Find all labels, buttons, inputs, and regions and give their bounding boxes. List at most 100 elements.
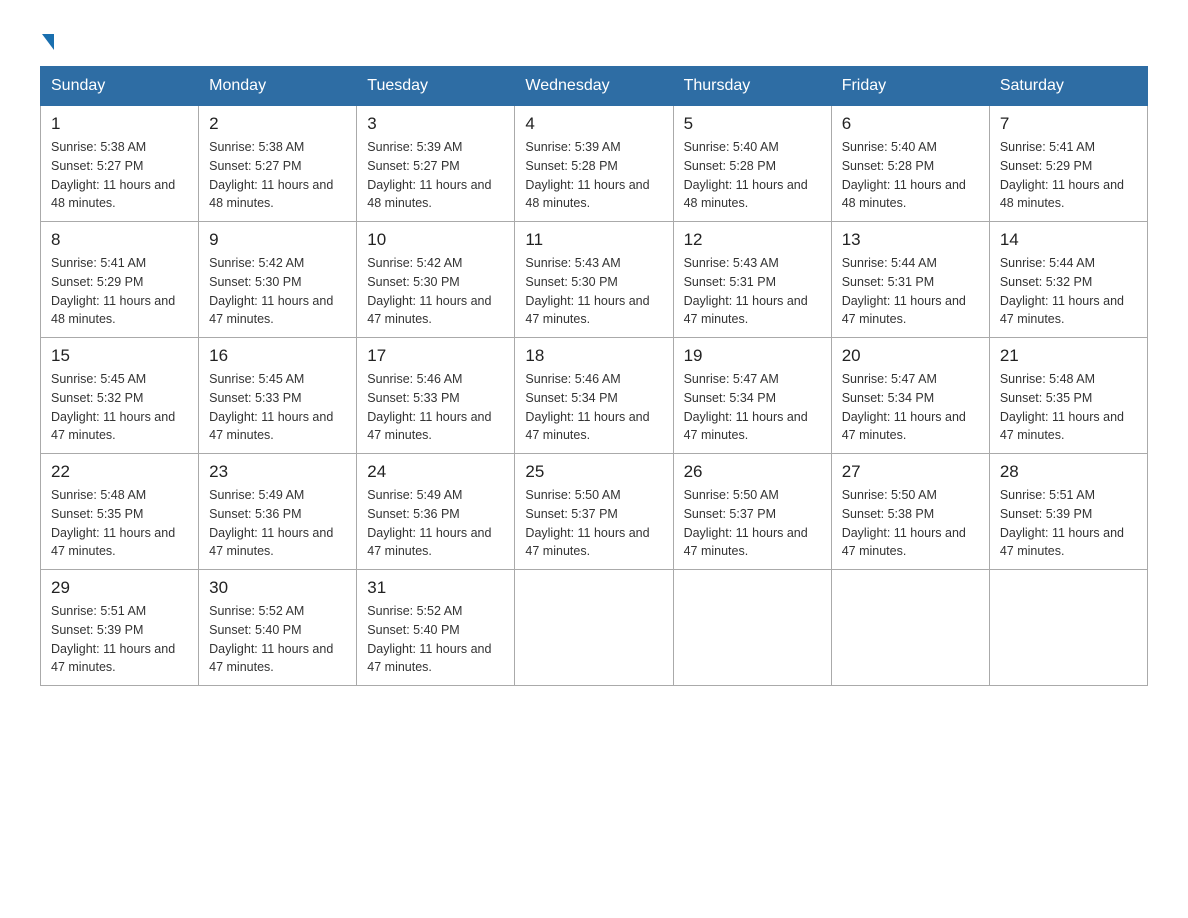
day-info: Sunrise: 5:39 AM Sunset: 5:27 PM Dayligh… xyxy=(367,138,504,213)
daylight-label: Daylight: 11 hours and 48 minutes. xyxy=(1000,178,1124,211)
day-number: 26 xyxy=(684,462,821,482)
sunset-label: Sunset: 5:33 PM xyxy=(209,391,301,405)
daylight-label: Daylight: 11 hours and 47 minutes. xyxy=(842,294,966,327)
day-number: 1 xyxy=(51,114,188,134)
calendar-day-header: Tuesday xyxy=(357,67,515,106)
daylight-label: Daylight: 11 hours and 47 minutes. xyxy=(209,526,333,559)
sunset-label: Sunset: 5:28 PM xyxy=(525,159,617,173)
day-info: Sunrise: 5:43 AM Sunset: 5:30 PM Dayligh… xyxy=(525,254,662,329)
sunset-label: Sunset: 5:32 PM xyxy=(1000,275,1092,289)
day-info: Sunrise: 5:50 AM Sunset: 5:37 PM Dayligh… xyxy=(525,486,662,561)
day-info: Sunrise: 5:51 AM Sunset: 5:39 PM Dayligh… xyxy=(1000,486,1137,561)
sunrise-label: Sunrise: 5:51 AM xyxy=(51,604,146,618)
sunrise-label: Sunrise: 5:41 AM xyxy=(1000,140,1095,154)
sunrise-label: Sunrise: 5:46 AM xyxy=(367,372,462,386)
sunrise-label: Sunrise: 5:44 AM xyxy=(1000,256,1095,270)
calendar-cell: 11 Sunrise: 5:43 AM Sunset: 5:30 PM Dayl… xyxy=(515,222,673,338)
sunset-label: Sunset: 5:29 PM xyxy=(1000,159,1092,173)
day-info: Sunrise: 5:50 AM Sunset: 5:37 PM Dayligh… xyxy=(684,486,821,561)
sunrise-label: Sunrise: 5:47 AM xyxy=(684,372,779,386)
daylight-label: Daylight: 11 hours and 47 minutes. xyxy=(684,294,808,327)
day-number: 10 xyxy=(367,230,504,250)
day-number: 27 xyxy=(842,462,979,482)
sunset-label: Sunset: 5:33 PM xyxy=(367,391,459,405)
sunrise-label: Sunrise: 5:52 AM xyxy=(209,604,304,618)
calendar-cell: 1 Sunrise: 5:38 AM Sunset: 5:27 PM Dayli… xyxy=(41,106,199,222)
daylight-label: Daylight: 11 hours and 47 minutes. xyxy=(842,526,966,559)
day-info: Sunrise: 5:51 AM Sunset: 5:39 PM Dayligh… xyxy=(51,602,188,677)
day-info: Sunrise: 5:44 AM Sunset: 5:32 PM Dayligh… xyxy=(1000,254,1137,329)
sunset-label: Sunset: 5:35 PM xyxy=(1000,391,1092,405)
page-container: SundayMondayTuesdayWednesdayThursdayFrid… xyxy=(40,30,1148,686)
sunrise-label: Sunrise: 5:51 AM xyxy=(1000,488,1095,502)
day-info: Sunrise: 5:38 AM Sunset: 5:27 PM Dayligh… xyxy=(51,138,188,213)
day-number: 19 xyxy=(684,346,821,366)
day-number: 11 xyxy=(525,230,662,250)
day-number: 30 xyxy=(209,578,346,598)
sunrise-label: Sunrise: 5:45 AM xyxy=(51,372,146,386)
calendar-day-header: Wednesday xyxy=(515,67,673,106)
sunrise-label: Sunrise: 5:50 AM xyxy=(525,488,620,502)
day-number: 14 xyxy=(1000,230,1137,250)
calendar-cell: 16 Sunrise: 5:45 AM Sunset: 5:33 PM Dayl… xyxy=(199,338,357,454)
day-number: 18 xyxy=(525,346,662,366)
daylight-label: Daylight: 11 hours and 48 minutes. xyxy=(51,178,175,211)
day-number: 22 xyxy=(51,462,188,482)
daylight-label: Daylight: 11 hours and 48 minutes. xyxy=(842,178,966,211)
day-number: 31 xyxy=(367,578,504,598)
calendar-cell: 27 Sunrise: 5:50 AM Sunset: 5:38 PM Dayl… xyxy=(831,454,989,570)
calendar-day-header: Sunday xyxy=(41,67,199,106)
logo xyxy=(40,30,54,46)
day-number: 13 xyxy=(842,230,979,250)
day-info: Sunrise: 5:41 AM Sunset: 5:29 PM Dayligh… xyxy=(1000,138,1137,213)
sunset-label: Sunset: 5:40 PM xyxy=(209,623,301,637)
daylight-label: Daylight: 11 hours and 47 minutes. xyxy=(1000,410,1124,443)
daylight-label: Daylight: 11 hours and 47 minutes. xyxy=(51,526,175,559)
calendar-cell: 3 Sunrise: 5:39 AM Sunset: 5:27 PM Dayli… xyxy=(357,106,515,222)
calendar-cell: 7 Sunrise: 5:41 AM Sunset: 5:29 PM Dayli… xyxy=(989,106,1147,222)
sunrise-label: Sunrise: 5:44 AM xyxy=(842,256,937,270)
daylight-label: Daylight: 11 hours and 47 minutes. xyxy=(525,294,649,327)
sunset-label: Sunset: 5:38 PM xyxy=(842,507,934,521)
sunrise-label: Sunrise: 5:46 AM xyxy=(525,372,620,386)
daylight-label: Daylight: 11 hours and 47 minutes. xyxy=(209,642,333,675)
calendar-cell: 9 Sunrise: 5:42 AM Sunset: 5:30 PM Dayli… xyxy=(199,222,357,338)
calendar-cell: 31 Sunrise: 5:52 AM Sunset: 5:40 PM Dayl… xyxy=(357,570,515,686)
calendar-cell: 12 Sunrise: 5:43 AM Sunset: 5:31 PM Dayl… xyxy=(673,222,831,338)
logo-arrow-icon xyxy=(42,34,54,50)
calendar-cell: 21 Sunrise: 5:48 AM Sunset: 5:35 PM Dayl… xyxy=(989,338,1147,454)
daylight-label: Daylight: 11 hours and 47 minutes. xyxy=(1000,294,1124,327)
day-info: Sunrise: 5:42 AM Sunset: 5:30 PM Dayligh… xyxy=(209,254,346,329)
day-info: Sunrise: 5:43 AM Sunset: 5:31 PM Dayligh… xyxy=(684,254,821,329)
sunrise-label: Sunrise: 5:40 AM xyxy=(684,140,779,154)
calendar-cell: 24 Sunrise: 5:49 AM Sunset: 5:36 PM Dayl… xyxy=(357,454,515,570)
sunset-label: Sunset: 5:30 PM xyxy=(209,275,301,289)
calendar-cell: 10 Sunrise: 5:42 AM Sunset: 5:30 PM Dayl… xyxy=(357,222,515,338)
day-info: Sunrise: 5:49 AM Sunset: 5:36 PM Dayligh… xyxy=(367,486,504,561)
sunrise-label: Sunrise: 5:50 AM xyxy=(684,488,779,502)
day-info: Sunrise: 5:49 AM Sunset: 5:36 PM Dayligh… xyxy=(209,486,346,561)
daylight-label: Daylight: 11 hours and 47 minutes. xyxy=(209,410,333,443)
sunset-label: Sunset: 5:40 PM xyxy=(367,623,459,637)
sunset-label: Sunset: 5:34 PM xyxy=(525,391,617,405)
calendar-day-header: Monday xyxy=(199,67,357,106)
calendar-cell: 18 Sunrise: 5:46 AM Sunset: 5:34 PM Dayl… xyxy=(515,338,673,454)
sunset-label: Sunset: 5:34 PM xyxy=(842,391,934,405)
calendar-cell: 2 Sunrise: 5:38 AM Sunset: 5:27 PM Dayli… xyxy=(199,106,357,222)
day-number: 21 xyxy=(1000,346,1137,366)
calendar-cell: 20 Sunrise: 5:47 AM Sunset: 5:34 PM Dayl… xyxy=(831,338,989,454)
daylight-label: Daylight: 11 hours and 48 minutes. xyxy=(684,178,808,211)
day-number: 8 xyxy=(51,230,188,250)
sunrise-label: Sunrise: 5:42 AM xyxy=(209,256,304,270)
day-number: 2 xyxy=(209,114,346,134)
calendar-cell: 29 Sunrise: 5:51 AM Sunset: 5:39 PM Dayl… xyxy=(41,570,199,686)
calendar-cell: 13 Sunrise: 5:44 AM Sunset: 5:31 PM Dayl… xyxy=(831,222,989,338)
day-number: 20 xyxy=(842,346,979,366)
calendar-cell: 26 Sunrise: 5:50 AM Sunset: 5:37 PM Dayl… xyxy=(673,454,831,570)
day-info: Sunrise: 5:40 AM Sunset: 5:28 PM Dayligh… xyxy=(684,138,821,213)
sunrise-label: Sunrise: 5:42 AM xyxy=(367,256,462,270)
sunset-label: Sunset: 5:35 PM xyxy=(51,507,143,521)
sunrise-label: Sunrise: 5:52 AM xyxy=(367,604,462,618)
sunset-label: Sunset: 5:28 PM xyxy=(684,159,776,173)
daylight-label: Daylight: 11 hours and 47 minutes. xyxy=(684,410,808,443)
